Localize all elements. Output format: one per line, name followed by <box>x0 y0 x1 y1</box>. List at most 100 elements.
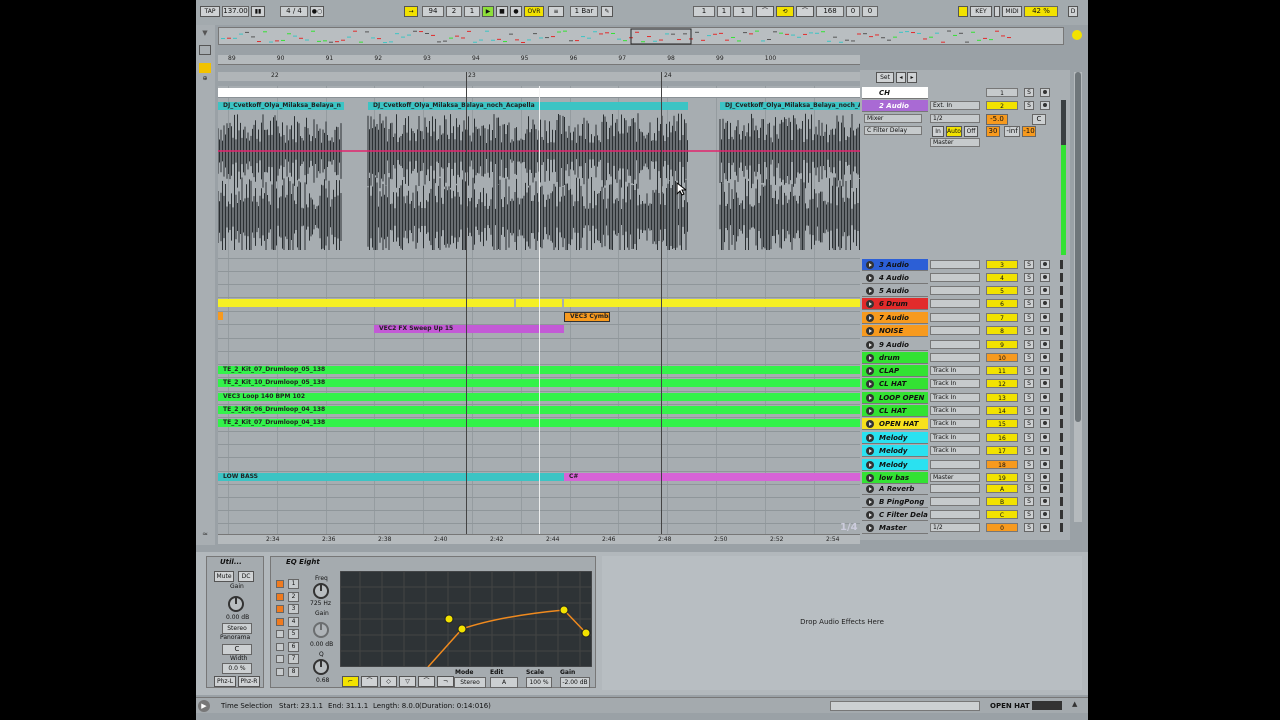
solo-button[interactable]: S <box>1024 88 1034 97</box>
eq-gain-knob[interactable] <box>313 622 329 638</box>
track-io-select[interactable] <box>930 497 980 506</box>
loop-start-beat[interactable]: 1 <box>717 6 731 17</box>
follow-button[interactable]: → <box>404 6 418 17</box>
track-io-select[interactable]: Track In <box>930 393 980 402</box>
track-play-icon[interactable] <box>866 354 874 362</box>
solo-button[interactable]: S <box>1024 484 1034 493</box>
clip-low-bass-c-sharp[interactable]: C# <box>564 473 860 481</box>
track-play-icon[interactable] <box>866 380 874 388</box>
mute-button[interactable]: Mute <box>214 571 234 582</box>
record-button[interactable]: ● <box>510 6 522 17</box>
stop-button[interactable]: ■ <box>496 6 508 17</box>
track-io-select[interactable]: Track In <box>930 419 980 428</box>
beat-time-ruler[interactable]: 89 90 91 92 93 94 95 96 97 98 99 100 <box>218 55 860 65</box>
band-number[interactable]: 3 <box>288 604 299 614</box>
track-play-icon[interactable] <box>866 341 874 349</box>
loop-start-sixteenth[interactable]: 1 <box>733 6 753 17</box>
band-number[interactable]: 7 <box>288 654 299 664</box>
position-bar[interactable]: 94 <box>422 6 444 17</box>
track-io-select[interactable]: Track In <box>930 446 980 455</box>
track-io-select[interactable]: Master <box>930 473 980 482</box>
arm-button[interactable] <box>1040 299 1050 308</box>
filter-shape-icon[interactable]: ⌒ <box>418 676 435 687</box>
punch-in-icon[interactable]: ⌒ <box>756 6 774 17</box>
solo-button[interactable]: S <box>1024 326 1034 335</box>
width-value[interactable]: 0.0 % <box>222 663 252 674</box>
eq-eight-title[interactable]: EQ Eight <box>286 557 320 568</box>
solo-button[interactable]: S <box>1024 299 1034 308</box>
send-c[interactable]: -10 <box>1022 126 1036 137</box>
draw-mode-icon[interactable]: ✎ <box>601 6 613 17</box>
track-header[interactable]: Master <box>862 522 928 534</box>
eq-display[interactable] <box>340 571 592 667</box>
drop-zone[interactable]: Drop Audio Effects Here <box>602 556 1082 690</box>
solo-button[interactable]: S <box>1024 340 1034 349</box>
prev-locator-icon[interactable]: ◂ <box>896 72 906 83</box>
input-channel-select[interactable]: 1/2 <box>930 114 980 123</box>
channel-mode-select[interactable]: Stereo <box>222 623 252 634</box>
send-a[interactable]: 30 <box>986 126 1000 137</box>
next-locator-icon[interactable]: ▸ <box>907 72 917 83</box>
edit-select[interactable]: A <box>490 677 518 688</box>
arm-button[interactable] <box>1040 101 1050 110</box>
band-toggle[interactable] <box>276 617 284 626</box>
tap-button[interactable]: TAP <box>200 6 220 17</box>
track-io-select[interactable]: Track In <box>930 366 980 375</box>
audio-to-select[interactable]: Master <box>930 138 980 147</box>
overdub-button[interactable]: OVR <box>524 6 544 17</box>
solo-button[interactable]: S <box>1024 446 1034 455</box>
arm-button[interactable] <box>1040 286 1050 295</box>
track-play-icon[interactable] <box>866 407 874 415</box>
track-activator[interactable]: 17 <box>986 446 1018 455</box>
tempo-field[interactable]: 137.00 <box>222 6 249 17</box>
mode-select[interactable]: Stereo <box>454 677 486 688</box>
track-play-icon[interactable] <box>866 394 874 402</box>
band-number[interactable]: 2 <box>288 591 299 602</box>
solo-button[interactable]: S <box>1024 419 1034 428</box>
solo-button[interactable]: S <box>1024 510 1034 519</box>
track-ch-number[interactable]: 1 <box>986 88 1018 97</box>
track-play-icon[interactable] <box>866 287 874 295</box>
arm-button[interactable] <box>1040 460 1050 469</box>
arm-button[interactable] <box>1040 433 1050 442</box>
track-io-select[interactable] <box>930 313 980 322</box>
track-activator[interactable]: 19 <box>986 473 1018 482</box>
track-activator[interactable]: 12 <box>986 379 1018 388</box>
vertical-scrollbar[interactable] <box>1074 72 1082 522</box>
band-toggle[interactable] <box>276 655 284 663</box>
mixer-select[interactable]: Mixer <box>864 114 922 123</box>
track-io-select[interactable] <box>930 353 980 362</box>
track-header[interactable]: CL HAT <box>862 405 928 417</box>
track-header[interactable]: 5 Audio <box>862 285 928 297</box>
solo-button[interactable]: S <box>1024 101 1034 110</box>
arm-button[interactable] <box>1040 366 1050 375</box>
track-io-select[interactable]: Track In <box>930 406 980 415</box>
track-2-audio[interactable]: 2 Audio <box>862 100 928 112</box>
band-toggle[interactable] <box>276 592 284 601</box>
track-io-select[interactable]: Track In <box>930 433 980 442</box>
solo-button[interactable]: S <box>1024 313 1034 322</box>
track-header[interactable]: NOISE <box>862 325 928 337</box>
track-activator[interactable]: 4 <box>986 273 1018 282</box>
phase-right-button[interactable]: Phz-R <box>238 676 260 687</box>
track-io-select[interactable] <box>930 340 980 349</box>
filter-shape-icon[interactable]: ⌐ <box>342 676 359 687</box>
track-header[interactable]: CLAP <box>862 365 928 377</box>
send-b[interactable]: -inf <box>1004 126 1020 137</box>
track-activator[interactable]: 15 <box>986 419 1018 428</box>
arm-button[interactable] <box>1040 497 1050 506</box>
track-header[interactable]: Melody Grou <box>862 459 928 481</box>
nudge-buttons[interactable]: ▮▮ <box>251 6 265 17</box>
track-activator[interactable]: B <box>986 497 1018 506</box>
track-header[interactable]: OPEN HAT <box>862 418 928 430</box>
track-header[interactable]: C Filter Dela <box>862 509 928 521</box>
set-button[interactable]: Set <box>876 72 894 83</box>
locator-label[interactable]: 23 <box>468 72 476 79</box>
play-button[interactable]: ▶ <box>482 6 494 17</box>
band-number[interactable]: 5 <box>288 629 299 639</box>
arm-button[interactable] <box>1040 340 1050 349</box>
track-activator[interactable]: A <box>986 484 1018 493</box>
track-activator[interactable]: 16 <box>986 433 1018 442</box>
track-pan[interactable]: C <box>1032 114 1046 125</box>
track-play-icon[interactable] <box>866 420 874 428</box>
